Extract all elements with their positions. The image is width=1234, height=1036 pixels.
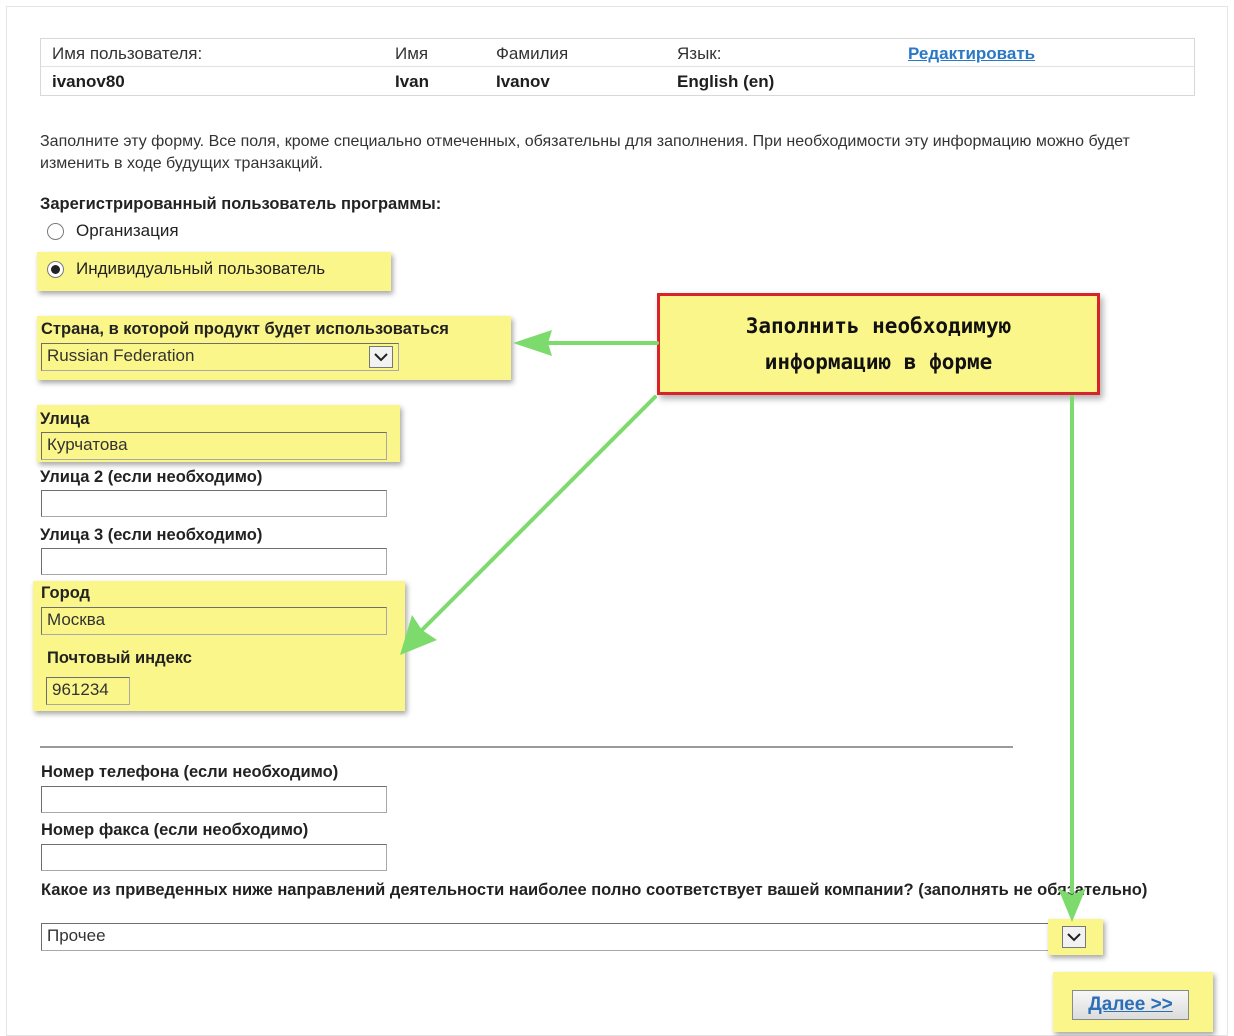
industry-label: Какое из приведенных ниже направлений де…: [41, 881, 1148, 899]
radio-organization-label: Организация: [76, 221, 179, 240]
postal-label: Почтовый индекс: [47, 649, 192, 667]
street3-label: Улица 3 (если необходимо): [40, 526, 263, 544]
street2-input[interactable]: [41, 490, 387, 517]
radio-individual-label: Индивидуальный пользователь: [76, 259, 326, 278]
industry-select[interactable]: Прочее: [41, 923, 1101, 951]
street-input[interactable]: Курчатова: [41, 432, 387, 460]
street3-input[interactable]: [41, 548, 387, 575]
table-row-divider: [41, 66, 1194, 67]
postal-value: 961234: [52, 680, 109, 699]
postal-input[interactable]: 961234: [46, 677, 130, 705]
radio-organization-row[interactable]: Организация: [47, 221, 179, 241]
section-divider: [40, 746, 1013, 748]
chevron-down-icon: [1067, 932, 1081, 941]
header-last-name: Фамилия: [496, 44, 569, 63]
street-value: Курчатова: [47, 435, 128, 454]
country-label: Страна, в которой продукт будет использо…: [41, 320, 449, 338]
country-dropdown-button[interactable]: [369, 346, 393, 368]
radio-individual-row[interactable]: Индивидуальный пользователь: [47, 259, 325, 279]
instruction-callout: Заполнить необходимую информацию в форме: [657, 293, 1100, 395]
fax-input[interactable]: [41, 844, 387, 871]
next-button[interactable]: Далее >>: [1072, 990, 1189, 1020]
last-name-value: Ivanov: [496, 72, 550, 91]
header-language: Язык:: [677, 44, 722, 63]
intro-text: Заполните эту форму. Все поля, кроме спе…: [40, 133, 1130, 172]
registered-user-label: Зарегистрированный пользователь программ…: [40, 195, 442, 213]
fax-label: Номер факса (если необходимо): [41, 821, 309, 839]
edit-link[interactable]: Редактировать: [908, 44, 1035, 64]
first-name-value: Ivan: [395, 72, 430, 91]
city-value: Москва: [47, 610, 106, 629]
city-label: Город: [41, 584, 91, 602]
industry-value: Прочее: [47, 926, 106, 945]
header-first-name: Имя: [395, 44, 429, 63]
chevron-down-icon: [374, 352, 388, 361]
phone-input[interactable]: [41, 786, 387, 813]
street2-label: Улица 2 (если необходимо): [40, 468, 263, 486]
header-username: Имя пользователя:: [52, 44, 203, 63]
user-info-table: Имя пользователя: Имя Фамилия Язык: Реда…: [40, 38, 1195, 96]
industry-dropdown-button[interactable]: [1062, 926, 1086, 948]
country-value: Russian Federation: [47, 346, 195, 365]
radio-organization[interactable]: [47, 222, 64, 240]
city-input[interactable]: Москва: [41, 607, 387, 635]
country-select[interactable]: Russian Federation: [41, 343, 399, 371]
callout-line-2: информацию в форме: [764, 350, 993, 374]
language-value: English (en): [677, 72, 775, 91]
username-value: ivanov80: [52, 72, 125, 91]
callout-line-1: Заполнить необходимую: [745, 314, 1012, 338]
street-label: Улица: [40, 410, 90, 428]
radio-individual[interactable]: [47, 260, 64, 278]
phone-label: Номер телефона (если необходимо): [41, 763, 339, 781]
